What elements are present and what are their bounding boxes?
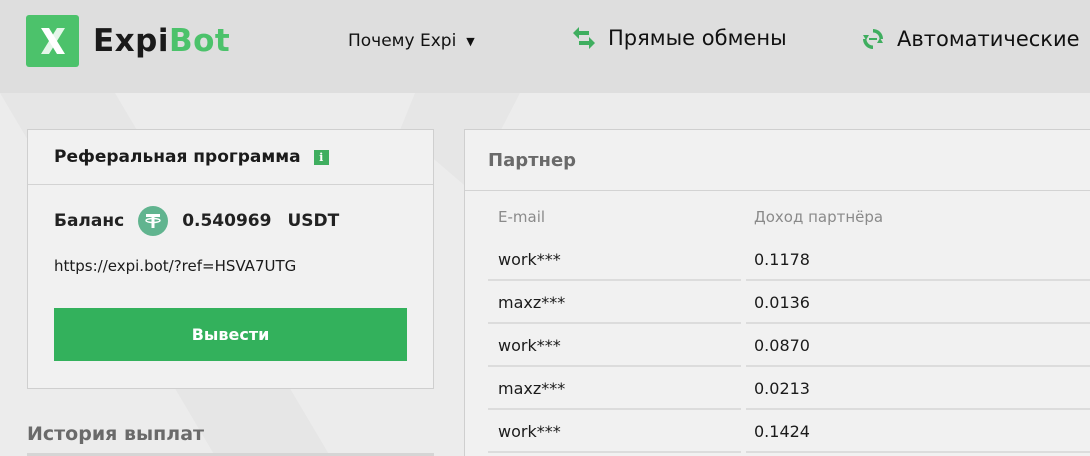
balance-row: Баланс 0.540969 USDT — [54, 206, 339, 236]
logo-text-bot: Bot — [169, 23, 231, 59]
nav-direct-exchanges[interactable]: Прямые обмены — [571, 26, 787, 50]
column-header-income[interactable]: Доход партнёра — [754, 208, 883, 226]
info-icon[interactable]: i — [313, 149, 329, 165]
email-cell: work*** — [488, 412, 741, 453]
income-cell: 0.0870 — [746, 326, 1090, 367]
email-cell: work*** — [488, 326, 741, 367]
withdraw-button[interactable]: Вывести — [54, 308, 407, 361]
income-cell: 0.1178 — [746, 240, 1090, 281]
table-row: maxz*** 0.0213 — [488, 369, 1090, 412]
partner-card-header: Партнер — [465, 130, 1090, 191]
partner-card: Партнер E-mail Доход партнёра work*** 0.… — [464, 129, 1090, 456]
referral-program-card: Реферальная программа i Баланс 0.540969 … — [27, 129, 434, 389]
table-row: work*** 0.0870 — [488, 326, 1090, 369]
partner-table-body: work*** 0.1178 maxz*** 0.0136 work*** 0.… — [488, 240, 1090, 455]
swap-arrows-icon — [571, 26, 597, 50]
partner-title: Партнер — [488, 149, 577, 171]
income-cell: 0.0213 — [746, 369, 1090, 410]
tether-usdt-icon — [138, 206, 169, 236]
nav-automatic[interactable]: Автоматические — [860, 26, 1080, 52]
expibot-logo[interactable]: ExpiBot — [26, 15, 230, 67]
caret-down-icon: ▼ — [466, 34, 475, 48]
table-row: maxz*** 0.0136 — [488, 283, 1090, 326]
income-cell: 0.0136 — [746, 283, 1090, 324]
email-cell: maxz*** — [488, 283, 741, 324]
balance-currency: USDT — [287, 211, 340, 231]
logo-text-expi: Expi — [93, 23, 169, 59]
referral-link[interactable]: https://expi.bot/?ref=HSVA7UTG — [54, 257, 296, 275]
referral-card-header: Реферальная программа i — [28, 130, 433, 185]
balance-label: Баланс — [54, 211, 125, 231]
income-cell: 0.1424 — [746, 412, 1090, 453]
email-cell: maxz*** — [488, 369, 741, 410]
nav-auto-label: Автоматические — [897, 27, 1080, 51]
logo-x-icon — [26, 15, 79, 67]
referral-title: Реферальная программа — [54, 147, 301, 167]
refresh-cycle-icon — [860, 26, 886, 52]
logo-wordmark: ExpiBot — [93, 23, 230, 59]
payout-history-title: История выплат — [27, 423, 205, 445]
nav-why-expi[interactable]: Почему Expi ▼ — [348, 31, 475, 51]
balance-value: 0.540969 — [182, 211, 272, 231]
nav-direct-label: Прямые обмены — [608, 26, 787, 50]
column-header-email[interactable]: E-mail — [498, 208, 545, 226]
top-header: ExpiBot Почему Expi ▼ Прямые обмены Авто… — [0, 0, 1090, 93]
table-row: work*** 0.1424 — [488, 412, 1090, 455]
email-cell: work*** — [488, 240, 741, 281]
nav-why-label: Почему Expi — [348, 31, 457, 51]
table-row: work*** 0.1178 — [488, 240, 1090, 283]
